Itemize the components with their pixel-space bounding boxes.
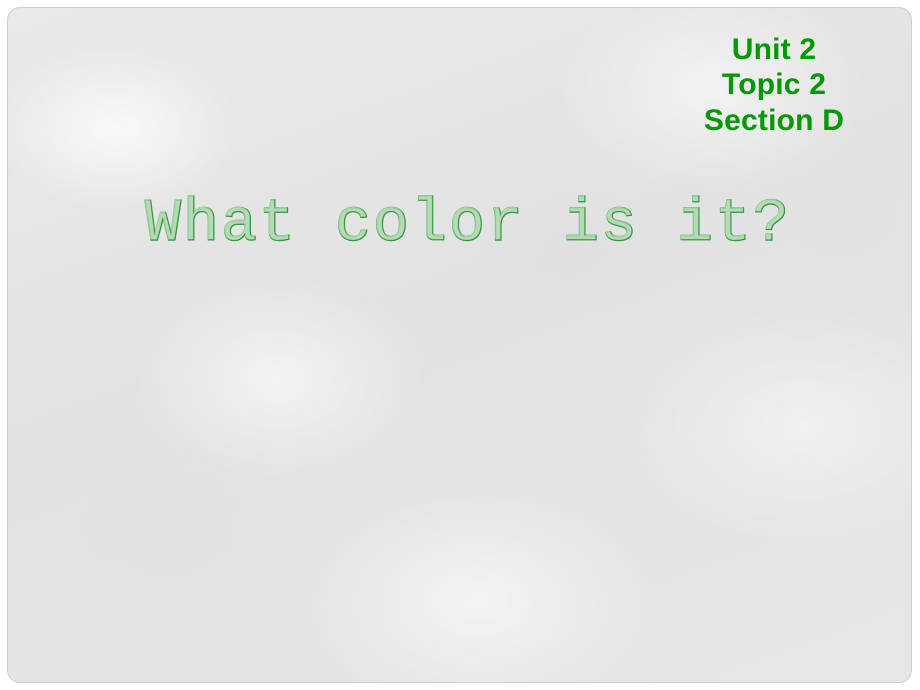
heading-line-topic: Topic 2 [721,68,827,102]
heading-line-unit: Unit 2 [731,33,817,66]
presentation-slide: Unit 2 Topic 2 Section D What color is i… [0,0,920,690]
lesson-heading-block: Unit 2 Topic 2 Section D [679,32,869,138]
slide-content-area [48,288,888,648]
slide-canvas: Unit 2 Topic 2 Section D What color is i… [7,7,912,683]
heading-line-section: Section D [703,103,845,137]
slide-title-area: What color is it? [8,191,911,259]
slide-title: What color is it? [144,191,792,259]
